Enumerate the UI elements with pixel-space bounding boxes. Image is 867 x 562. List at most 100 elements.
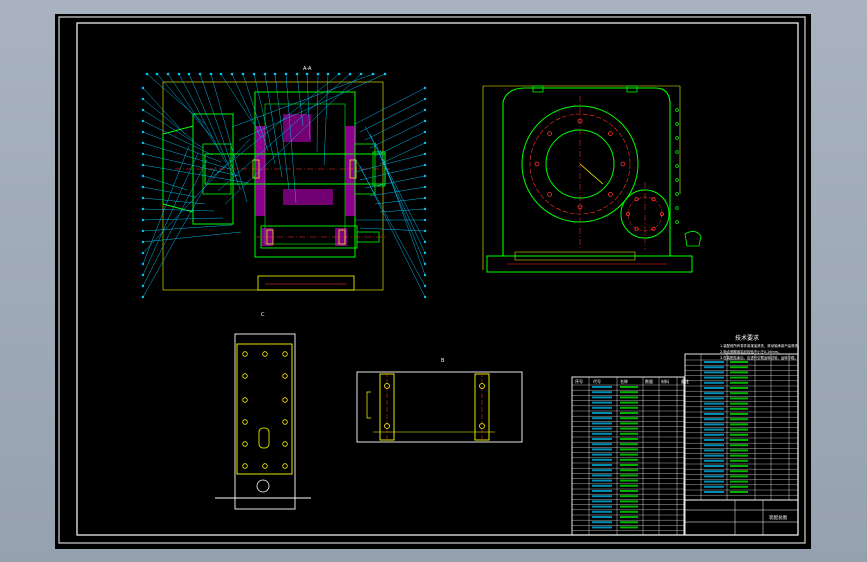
parts-cell-text-right — [704, 491, 724, 493]
parts-cell-text — [592, 427, 612, 430]
parts-cell-text-right — [704, 371, 724, 374]
balloon-dot-right — [423, 218, 427, 222]
parts-cell-text — [620, 386, 638, 388]
balloon-dot-right — [423, 152, 427, 156]
parts-cell-text-right — [730, 470, 748, 473]
balloon-dot-right — [423, 97, 427, 101]
flange-bolt — [675, 108, 679, 112]
balloon-dot — [209, 72, 213, 76]
balloon-dot — [263, 72, 267, 76]
parts-cell-text-right — [704, 413, 724, 415]
parts-cell-text — [592, 432, 612, 435]
parts-cell-text — [620, 438, 638, 440]
parts-cell-text-right — [704, 459, 724, 462]
balloon-dot-left — [141, 130, 145, 134]
parts-cell-text-right — [704, 465, 724, 467]
balloon-dot-right — [423, 119, 427, 123]
parts-cell-text-right — [730, 454, 748, 457]
parts-cell-text — [592, 484, 612, 487]
balloon-dot-right — [423, 86, 427, 90]
parts-cell-text — [620, 484, 638, 487]
plate-view-name: B — [441, 358, 445, 364]
parts-cell-text-right — [704, 418, 724, 421]
leader-line-left — [142, 109, 204, 149]
parts-cell-text-right — [704, 470, 724, 473]
parts-cell-text — [620, 448, 638, 451]
balloon-dot-left — [141, 174, 145, 178]
balloon-dot-right — [423, 295, 427, 299]
parts-cell-text-right — [730, 465, 748, 467]
parts-cell-text — [620, 516, 638, 518]
balloon-dot — [145, 72, 149, 76]
plate-slot-mark — [366, 391, 371, 419]
leader-line-right — [379, 142, 426, 165]
leader-line-right — [354, 87, 426, 125]
parts-cell-text — [592, 505, 612, 508]
balloon-dot-left — [141, 185, 145, 189]
balloon-dot — [383, 72, 387, 76]
flange-bolt — [675, 192, 679, 196]
parts-cell-text-right — [730, 387, 748, 389]
parts-cell-text — [620, 500, 638, 503]
leader-line-right — [369, 120, 426, 149]
parts-cell-text — [620, 495, 638, 498]
flange-bolt — [675, 206, 679, 210]
leader-line-left — [142, 217, 224, 221]
balloon-dot — [348, 72, 352, 76]
leader-line — [238, 73, 386, 141]
drawing-name: 装配总图 — [769, 514, 787, 521]
motor-bolt-hole — [651, 226, 656, 231]
parts-cell-text-right — [704, 397, 724, 400]
base-bolt-left — [242, 373, 248, 379]
balloon-dot — [155, 72, 159, 76]
base-view: C — [215, 312, 311, 510]
balloon-dot-right — [423, 196, 427, 200]
base-slot — [258, 427, 270, 449]
parts-cell-text — [620, 474, 638, 477]
side-view — [482, 85, 702, 273]
balloon-dot-right — [423, 229, 427, 233]
leader-line-left — [142, 231, 242, 243]
cad-viewport[interactable]: A-A C B 技术要求 1.装配前所有零件用煤油清洗，滚动轴承用汽油清洗。 2… — [55, 14, 811, 549]
parts-cell-text-right — [730, 433, 748, 436]
parts-cell-text-right — [730, 485, 748, 488]
section-base — [257, 275, 355, 291]
base-bolt-left — [242, 441, 248, 447]
leader-line — [316, 73, 319, 153]
parts-cell-text-right — [704, 387, 724, 389]
balloon-dot-left — [141, 229, 145, 233]
leader-line-left — [142, 175, 188, 191]
base-bolt-left — [242, 419, 248, 425]
parts-cell-text-right — [730, 407, 748, 410]
balloon-dot-right — [423, 130, 427, 134]
wheel-bolt-hole — [547, 131, 552, 136]
leader-line-right — [364, 175, 426, 189]
parts-table-right-frame — [684, 353, 799, 501]
base-bolt-left — [242, 397, 248, 403]
balloon-dot-left — [141, 262, 145, 266]
base-bolt-left — [242, 351, 248, 357]
base-bolts — [242, 351, 288, 469]
parts-cell-text — [620, 458, 638, 461]
balloon-dot-right — [423, 262, 427, 266]
parts-cell-text — [620, 490, 638, 492]
motor-bolt-hole — [651, 197, 656, 202]
parts-cell-text-right — [704, 392, 724, 395]
wheel-bolt-hole — [547, 192, 552, 197]
parts-cell-text — [620, 469, 638, 472]
parts-cell-text — [592, 438, 612, 440]
parts-cell-text — [620, 417, 638, 420]
leader-line — [188, 73, 234, 177]
parts-cell-text — [592, 443, 612, 446]
parts-header-col2: 代号 — [593, 378, 601, 384]
flange-bolt — [675, 178, 679, 182]
tech-line-3: 3.在装配结束后，应进行空载运转试验，运转平稳。 — [720, 355, 798, 360]
balloon-dot — [305, 72, 309, 76]
parts-cell-text — [592, 510, 612, 513]
balloon-dot — [284, 72, 288, 76]
leader-line-left — [142, 166, 217, 298]
parts-cell-text — [620, 505, 638, 508]
parts-cell-text — [592, 474, 612, 477]
base-plate-inner — [236, 343, 293, 475]
balloon-dot-left — [141, 163, 145, 167]
